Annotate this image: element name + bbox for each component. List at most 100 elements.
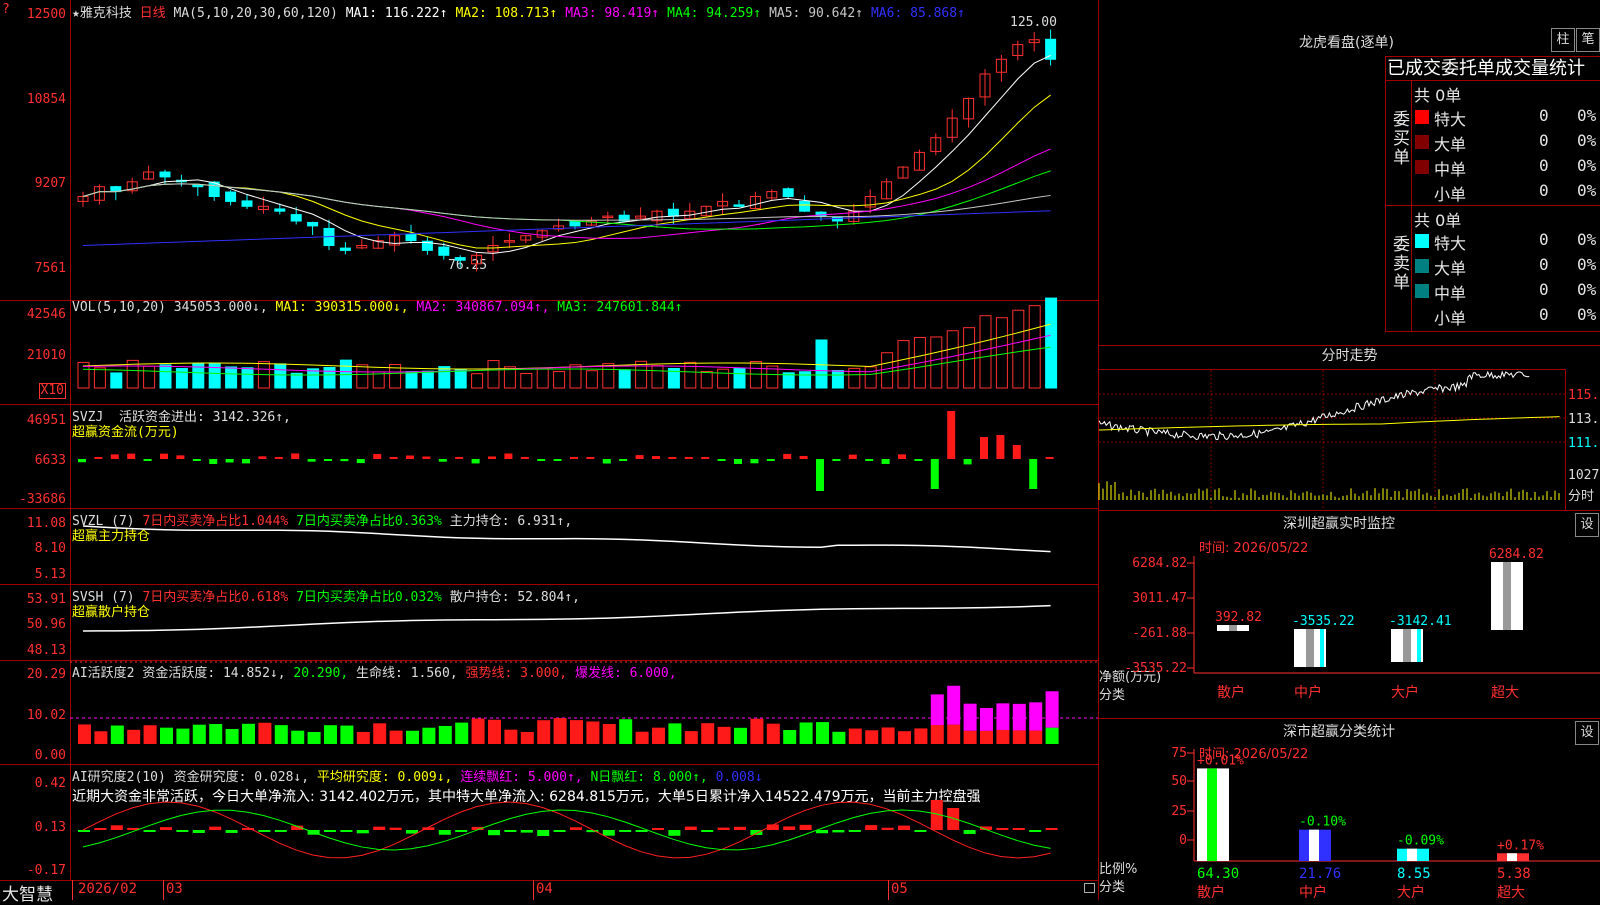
activity-bar	[602, 724, 616, 744]
research-bar	[816, 830, 828, 834]
volume-bars[interactable]	[70, 297, 1098, 404]
classify-category-label: 散户	[1197, 884, 1225, 901]
activity-bar	[799, 722, 813, 744]
fund-flow-bar	[406, 455, 414, 459]
activity-bar	[848, 728, 862, 744]
research-bar	[94, 828, 107, 830]
ai-activity-y-label: 0.00	[34, 748, 66, 763]
volume-bar	[1028, 305, 1041, 389]
order-size-label: 特大	[1434, 234, 1467, 253]
activity-bar	[963, 730, 977, 744]
intraday-y-label: 113.9	[1568, 412, 1600, 427]
research-bar	[192, 830, 205, 833]
price-panel[interactable]: 12500 10854 9207 7561 ★雅克科技 日线 MA(5,10,2…	[0, 0, 1098, 301]
ai-research-y-label: 0.13	[34, 820, 66, 835]
ai-activity-panel[interactable]: 20.29 10.02 0.00 AI活跃度2 资金活跃度: 14.852↓, …	[0, 660, 1098, 765]
classify-change-label: -0.09%	[1397, 834, 1444, 849]
tick-view-button[interactable]: 笔	[1576, 28, 1600, 52]
research-bar	[258, 830, 271, 832]
volume-unit: X10	[38, 383, 66, 399]
activity-bar	[750, 718, 764, 744]
activity-bar	[520, 731, 534, 744]
svsh-y-label: 50.96	[26, 617, 66, 632]
candle-body	[192, 184, 204, 188]
intraday-tab[interactable]: 分时	[1568, 485, 1594, 504]
classify-chart[interactable]: 75 50 25 0 +0.01% 64.30 散户 -0.10% 21.76 中户 -0.09% 8…	[1099, 719, 1600, 901]
activity-bar	[996, 729, 1010, 744]
candlestick-chart[interactable]	[70, 0, 1098, 300]
classify-bar-stripe	[1207, 768, 1217, 861]
volume-bar	[454, 369, 467, 389]
research-bar	[848, 830, 861, 832]
sz-net-chart[interactable]: 6284.82 3011.47 -261.88 -3535.22 392.82 散户 -35…	[1099, 511, 1600, 719]
fund-flow-bar	[619, 459, 628, 461]
price-y-label: 9207	[34, 176, 66, 191]
fund-flow-bar	[1012, 445, 1021, 459]
activity-bar	[78, 724, 91, 744]
fund-flow-bar	[225, 459, 234, 463]
svzl-panel[interactable]: 11.08 8.10 5.13 SVZL (7) 7日内买卖净占比1.044% …	[0, 508, 1098, 585]
fund-flow-bars[interactable]	[70, 404, 1098, 508]
volume-bar	[815, 339, 828, 389]
activity-bars[interactable]	[70, 660, 1098, 764]
candle-body	[569, 220, 581, 227]
fund-flow-bar	[356, 459, 365, 464]
intraday-chart[interactable]	[1098, 370, 1565, 511]
research-bar	[553, 830, 566, 832]
activity-bar	[717, 726, 731, 744]
research-bar	[225, 830, 238, 833]
svsh-panel[interactable]: 53.91 50.96 48.13 SVSH (7) 7日内买卖净占比0.618…	[0, 584, 1098, 661]
volume-bar	[585, 370, 598, 389]
volume-bar	[438, 366, 451, 389]
research-bar	[160, 827, 172, 830]
activity-bar	[586, 721, 600, 744]
sz-monitor-panel[interactable]: 深圳超赢实时监控 设 时间: 2026/05/22 净额(万元) 分类 6284…	[1099, 510, 1600, 719]
sz-bar-edge	[1417, 629, 1421, 662]
research-bar	[881, 827, 894, 830]
order-size-label: 中单	[1434, 284, 1467, 303]
research-bar	[488, 830, 500, 836]
research-bar	[274, 830, 287, 832]
volume-bar	[897, 340, 910, 389]
sz-classify-panel[interactable]: 深市超赢分类统计 设 时间: 2026/05/22 比例% 分类 75 50 25 0…	[1099, 718, 1600, 901]
ai-activity-y-label: 20.29	[26, 667, 66, 682]
help-icon[interactable]: ?	[2, 2, 10, 17]
volume-bar	[733, 367, 746, 389]
research-bars[interactable]	[70, 764, 1098, 880]
research-bar	[668, 830, 681, 836]
bar-view-button[interactable]: 柱	[1551, 28, 1575, 52]
research-bar	[701, 830, 714, 832]
retail-holding-line[interactable]	[70, 584, 1098, 660]
intraday-panel[interactable]: 分时走势 115.9 113.9 111.9 10272 分时	[1098, 345, 1600, 511]
activity-bar	[504, 729, 518, 744]
candle-body	[782, 188, 794, 198]
activity-bar	[455, 722, 469, 744]
volume-panel[interactable]: 42546 21010 X10 VOL(5,10,20) 345053.000↓…	[0, 297, 1098, 405]
ai-research-panel[interactable]: 0.42 0.13 -0.17 AI研究度2(10) 资金研究度: 0.028↓…	[0, 764, 1098, 881]
sz-y-label: -3535.22	[1124, 661, 1187, 676]
sz-bar-shade	[1306, 629, 1314, 667]
order-size-label: 大单	[1434, 135, 1467, 154]
intraday-avg-line	[1098, 416, 1560, 431]
fund-flow-bar	[832, 459, 841, 461]
activity-bar	[324, 725, 337, 744]
ma-line	[82, 54, 1051, 254]
candle-body	[438, 246, 450, 256]
candle-body	[159, 171, 171, 178]
lock-icon[interactable]	[1084, 883, 1095, 893]
fund-flow-bar	[734, 459, 742, 464]
main-holding-line[interactable]	[70, 508, 1098, 584]
activity-bar	[570, 720, 583, 744]
activity-bar	[94, 731, 108, 744]
date-label: 05	[891, 881, 908, 897]
order-percent: 0%	[1577, 181, 1597, 200]
fund-flow-bar	[307, 459, 316, 462]
svzj-panel[interactable]: 46951 6633 -33686 SVZJ 活跃资金进出: 3142.326↑…	[0, 404, 1098, 509]
candle-body	[307, 221, 319, 227]
fund-flow-bar	[570, 457, 578, 459]
research-bar	[438, 830, 451, 835]
order-count: 0	[1539, 181, 1549, 200]
fund-flow-bar	[701, 457, 710, 459]
volume-bar	[946, 330, 959, 389]
sz-y-label: 6284.82	[1132, 556, 1187, 571]
